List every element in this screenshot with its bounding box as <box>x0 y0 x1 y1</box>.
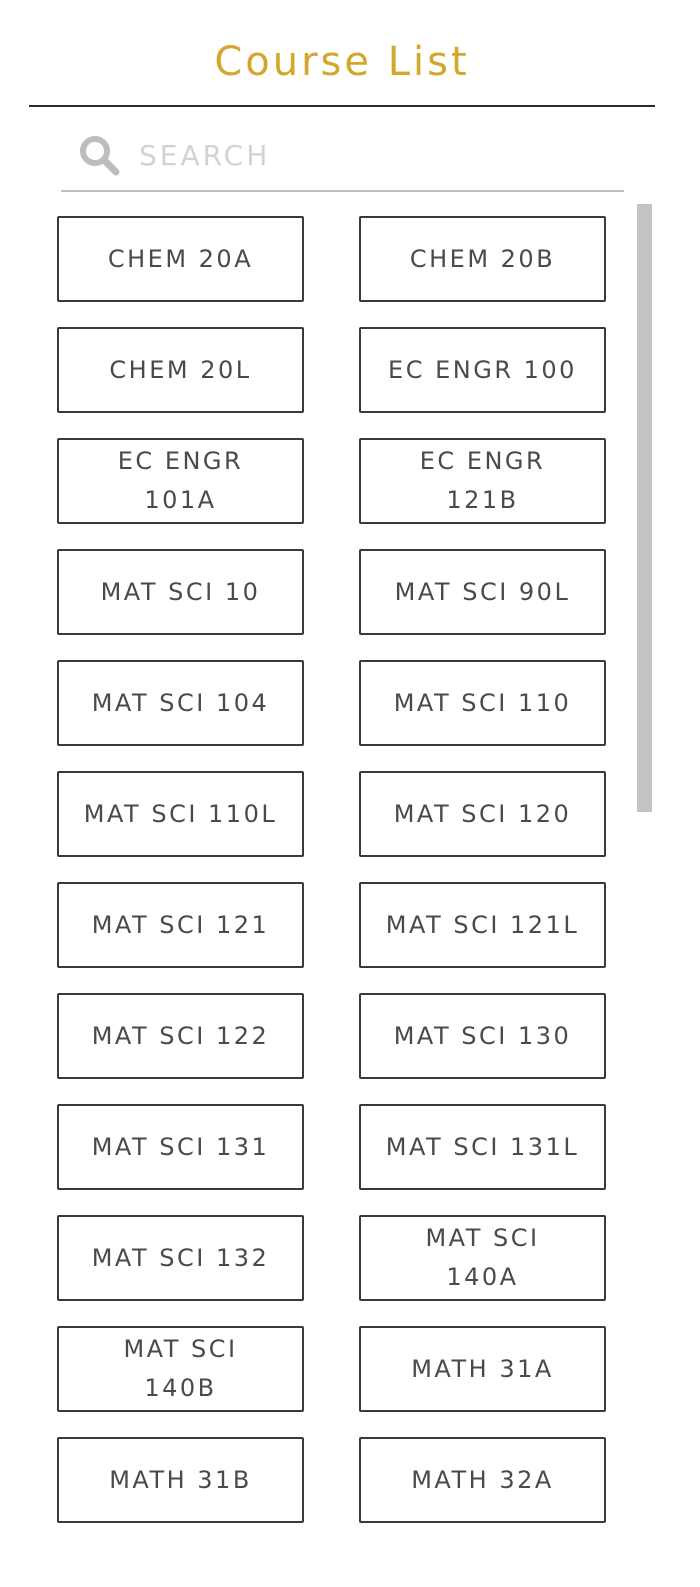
course-button[interactable]: MAT SCI 140B <box>57 1326 304 1412</box>
course-button[interactable]: MATH 31B <box>57 1437 304 1523</box>
course-button[interactable]: MATH 31A <box>359 1326 606 1412</box>
course-button[interactable]: MAT SCI 122 <box>57 993 304 1079</box>
search-input[interactable] <box>139 132 609 178</box>
course-button[interactable]: MAT SCI 90L <box>359 549 606 635</box>
course-button[interactable]: EC ENGR 100 <box>359 327 606 413</box>
scrollbar-thumb[interactable] <box>637 204 652 812</box>
course-button[interactable]: MAT SCI 131 <box>57 1104 304 1190</box>
course-button[interactable]: CHEM 20L <box>57 327 304 413</box>
course-button[interactable]: MAT SCI 110L <box>57 771 304 857</box>
course-button[interactable]: CHEM 20B <box>359 216 606 302</box>
course-list: CHEM 20A CHEM 20B CHEM 20L EC ENGR 100 E… <box>57 216 607 1523</box>
course-button[interactable]: EC ENGR 121B <box>359 438 606 524</box>
search-bar <box>61 120 624 192</box>
course-button[interactable]: MAT SCI 140A <box>359 1215 606 1301</box>
course-button[interactable]: MAT SCI 121 <box>57 882 304 968</box>
course-button[interactable]: MAT SCI 10 <box>57 549 304 635</box>
course-button[interactable]: CHEM 20A <box>57 216 304 302</box>
course-button[interactable]: EC ENGR 101A <box>57 438 304 524</box>
page-title: Course List <box>214 39 470 85</box>
title-divider <box>29 105 655 107</box>
course-button[interactable]: MAT SCI 130 <box>359 993 606 1079</box>
course-button[interactable]: MAT SCI 110 <box>359 660 606 746</box>
course-button[interactable]: MAT SCI 121L <box>359 882 606 968</box>
course-button[interactable]: MAT SCI 132 <box>57 1215 304 1301</box>
course-button[interactable]: MAT SCI 104 <box>57 660 304 746</box>
course-button[interactable]: MAT SCI 131L <box>359 1104 606 1190</box>
search-icon <box>79 135 121 177</box>
course-button[interactable]: MATH 32A <box>359 1437 606 1523</box>
course-button[interactable]: MAT SCI 120 <box>359 771 606 857</box>
